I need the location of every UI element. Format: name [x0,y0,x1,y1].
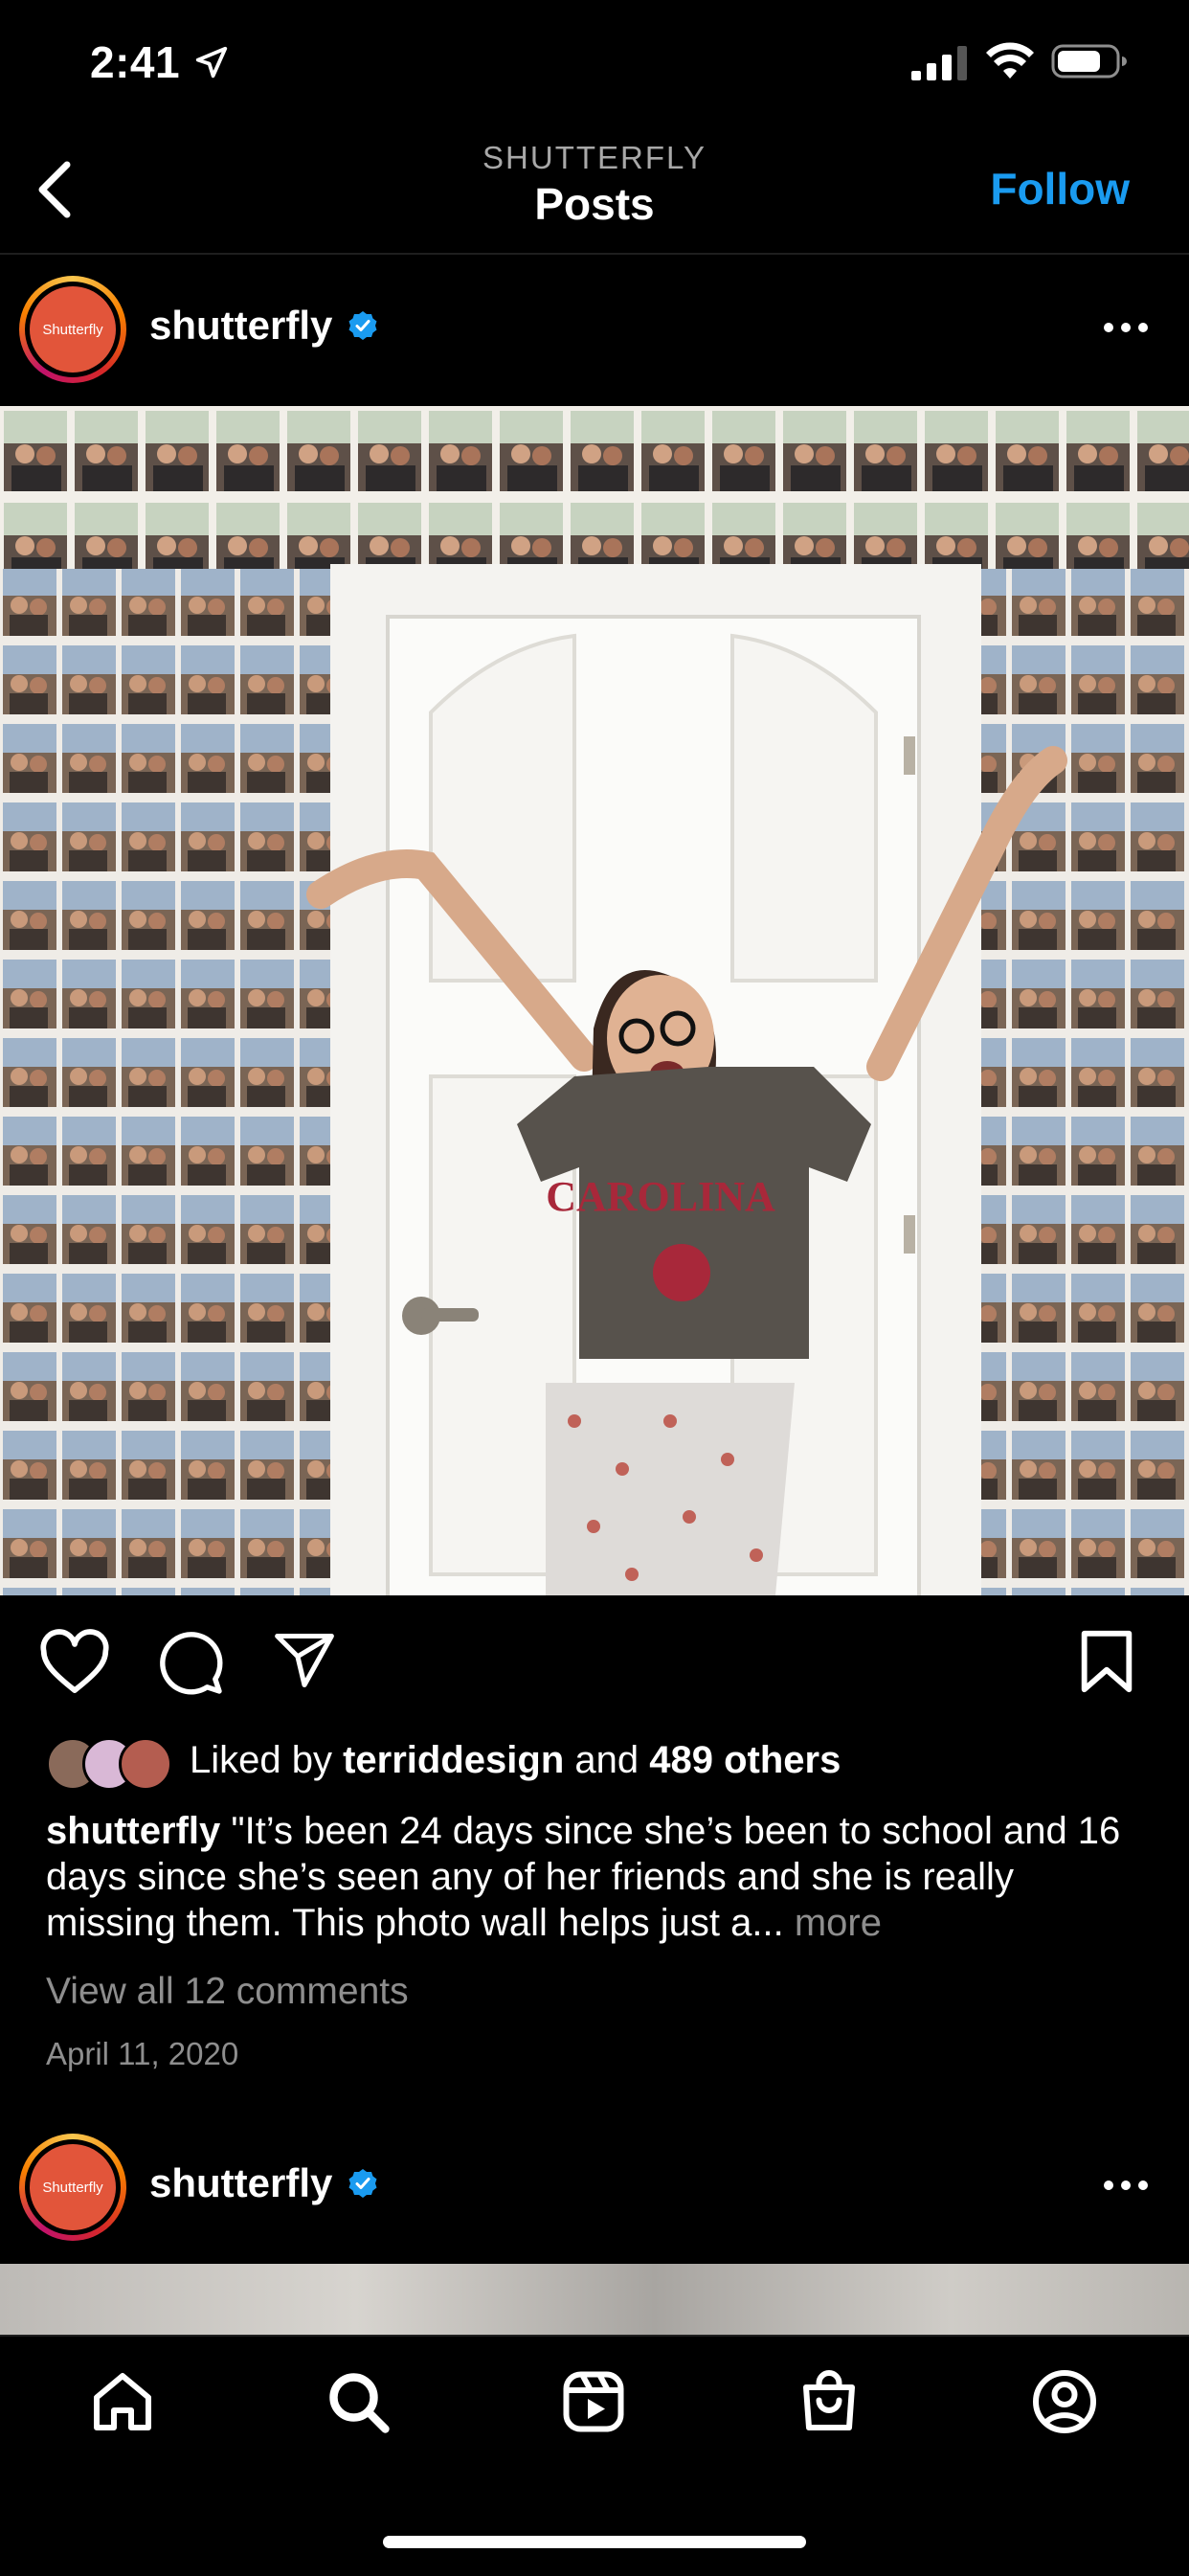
wifi-icon [986,42,1034,79]
battery-icon [1051,44,1127,79]
post-caption: shutterfly "It’s been 24 days since she’… [46,1808,1147,1946]
post-username[interactable]: shutterfly [149,303,332,349]
more-dots-icon[interactable] [1103,2178,1149,2193]
avatar[interactable]: Shutterfly [19,276,126,383]
profile-icon[interactable] [1030,2367,1099,2436]
liked-by-avatars[interactable] [46,1735,180,1791]
more-dots-icon[interactable] [1103,320,1149,335]
likes-summary[interactable]: Liked by terriddesign and 489 others [190,1739,841,1782]
reels-icon[interactable] [559,2367,628,2436]
heart-icon[interactable] [38,1628,111,1695]
next-post-user[interactable]: shutterfly [149,2160,378,2206]
shop-icon[interactable] [795,2367,864,2436]
caption-more-link[interactable]: more [795,1902,882,1944]
bookmark-icon[interactable] [1076,1628,1137,1695]
signal-icon [911,46,967,80]
follow-button[interactable]: Follow [990,163,1130,215]
liked-by-prefix: Liked by [190,1739,332,1781]
liked-by-and: and [574,1739,639,1781]
next-avatar-logo: Shutterfly [30,2144,116,2230]
status-time: 2:41 [90,37,181,87]
comment-icon[interactable] [155,1628,226,1697]
header-divider [0,253,1189,255]
liked-by-others[interactable]: 489 others [649,1739,841,1781]
search-icon[interactable] [324,2367,393,2436]
next-post-username[interactable]: shutterfly [149,2160,332,2206]
next-post-avatar[interactable]: Shutterfly [19,2134,126,2241]
post-user[interactable]: shutterfly [149,303,378,349]
next-post-photo[interactable] [0,2264,1189,2337]
verified-badge-icon [348,311,377,340]
caption-username[interactable]: shutterfly [46,1810,220,1852]
view-comments-link[interactable]: View all 12 comments [46,1971,409,2013]
share-icon[interactable] [270,1628,339,1693]
location-arrow-icon [195,46,228,79]
home-indicator [383,2536,806,2548]
post-date: April 11, 2020 [46,2036,239,2071]
verified-badge-icon [348,2169,377,2198]
home-icon[interactable] [88,2367,157,2436]
photo-illustration: CAROLINA [0,406,1189,1595]
shirt-print: CAROLINA [546,1173,775,1220]
liked-by-user[interactable]: terriddesign [343,1739,564,1781]
avatar-logo: Shutterfly [30,286,116,373]
post-photo[interactable]: CAROLINA [0,406,1189,1595]
